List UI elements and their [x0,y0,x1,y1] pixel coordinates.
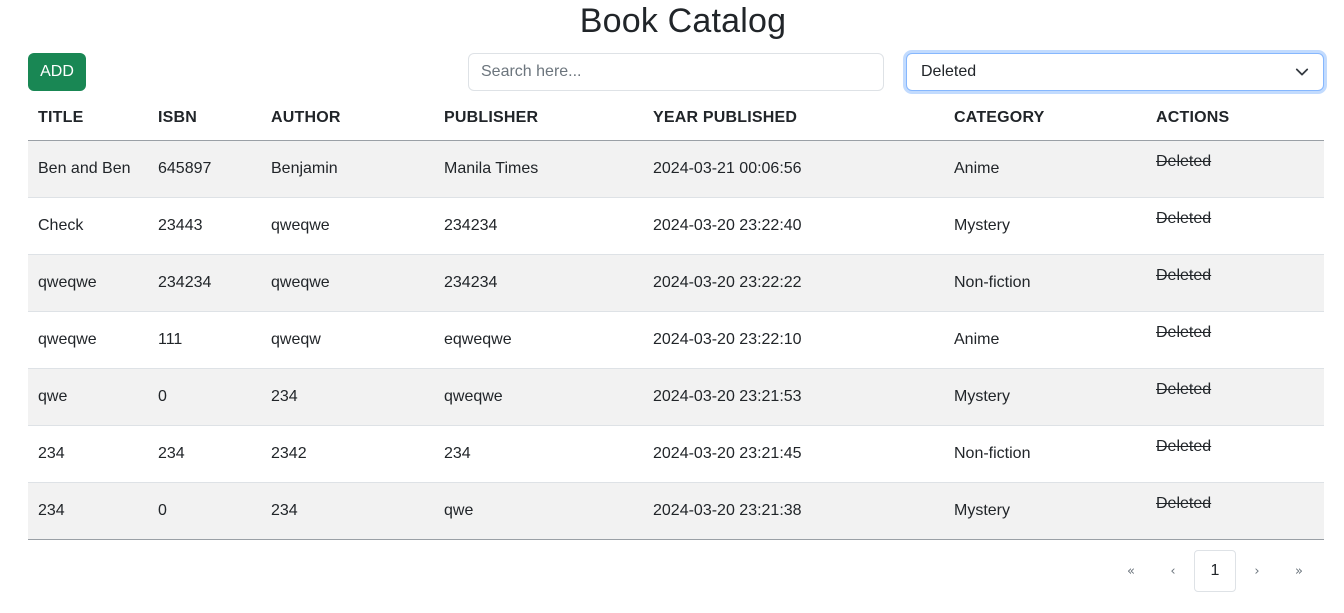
table-row: qweqwe 234234 qweqwe 234234 2024-03-20 2… [28,254,1324,312]
column-header-isbn: ISBN [148,97,261,141]
column-header-year-published: YEAR PUBLISHED [643,97,944,141]
cell-publisher: eqweqwe [434,311,643,369]
column-header-actions: ACTIONS [1146,97,1324,141]
cell-author: 2342 [261,425,434,483]
status-filter-value: Deleted [921,63,977,80]
cell-title: qweqwe [28,311,148,369]
table-row: 234 0 234 qwe 2024-03-20 23:21:38 Myster… [28,482,1324,540]
add-button[interactable]: ADD [28,53,86,91]
cell-author: Benjamin [261,140,434,198]
cell-author: 234 [261,368,434,426]
cell-category: Non-fiction [944,425,1146,483]
cell-title: 234 [28,482,148,540]
cell-isbn: 23443 [148,197,261,255]
table-row: qwe 0 234 qweqwe 2024-03-20 23:21:53 Mys… [28,368,1324,426]
cell-actions: Deleted [1146,140,1324,198]
cell-isbn: 111 [148,311,261,369]
last-page-button[interactable]: » [1278,550,1320,592]
cell-publisher: Manila Times [434,140,643,198]
cell-actions: Deleted [1146,482,1324,540]
cell-year-published: 2024-03-20 23:21:38 [643,482,944,540]
table-row: Ben and Ben 645897 Benjamin Manila Times… [28,140,1324,198]
cell-publisher: qwe [434,482,643,540]
chevron-down-icon [1295,68,1309,76]
column-header-author: AUTHOR [261,97,434,141]
cell-publisher: 234234 [434,254,643,312]
cell-title: qweqwe [28,254,148,312]
deleted-status-label: Deleted [1156,266,1212,284]
cell-actions: Deleted [1146,311,1324,369]
cell-isbn: 234234 [148,254,261,312]
cell-year-published: 2024-03-20 23:22:10 [643,311,944,369]
cell-actions: Deleted [1146,425,1324,483]
previous-page-button[interactable]: ‹ [1152,550,1194,592]
cell-year-published: 2024-03-20 23:21:53 [643,368,944,426]
cell-publisher: 234 [434,425,643,483]
cell-title: Ben and Ben [28,140,148,198]
column-header-title: TITLE [28,97,148,141]
book-table: TITLE ISBN AUTHOR PUBLISHER YEAR PUBLISH… [28,97,1324,540]
cell-actions: Deleted [1146,197,1324,255]
cell-author: qweqwe [261,254,434,312]
cell-title: qwe [28,368,148,426]
cell-author: qweqwe [261,197,434,255]
cell-year-published: 2024-03-20 23:22:22 [643,254,944,312]
cell-author: qweqw [261,311,434,369]
cell-year-published: 2024-03-20 23:22:40 [643,197,944,255]
column-header-category: CATEGORY [944,97,1146,141]
cell-isbn: 234 [148,425,261,483]
column-header-publisher: PUBLISHER [434,97,643,141]
cell-year-published: 2024-03-20 23:21:45 [643,425,944,483]
current-page-button[interactable]: 1 [1194,550,1236,592]
cell-isbn: 0 [148,482,261,540]
cell-category: Anime [944,311,1146,369]
cell-category: Mystery [944,197,1146,255]
cell-category: Mystery [944,482,1146,540]
cell-author: 234 [261,482,434,540]
table-row: 234 234 2342 234 2024-03-20 23:21:45 Non… [28,425,1324,483]
page-title: Book Catalog [579,2,787,40]
status-filter-select[interactable]: Deleted [906,53,1324,91]
cell-publisher: qweqwe [434,368,643,426]
deleted-status-label: Deleted [1156,494,1212,512]
table-row: Check 23443 qweqwe 234234 2024-03-20 23:… [28,197,1324,255]
deleted-status-label: Deleted [1156,380,1212,398]
table-header-row: TITLE ISBN AUTHOR PUBLISHER YEAR PUBLISH… [28,97,1324,141]
first-page-button[interactable]: « [1110,550,1152,592]
cell-year-published: 2024-03-21 00:06:56 [643,140,944,198]
table-row: qweqwe 111 qweqw eqweqwe 2024-03-20 23:2… [28,311,1324,369]
deleted-status-label: Deleted [1156,323,1212,341]
cell-publisher: 234234 [434,197,643,255]
deleted-status-label: Deleted [1156,152,1212,170]
cell-category: Mystery [944,368,1146,426]
cell-actions: Deleted [1146,368,1324,426]
cell-category: Anime [944,140,1146,198]
next-page-button[interactable]: › [1236,550,1278,592]
cell-isbn: 0 [148,368,261,426]
deleted-status-label: Deleted [1156,437,1212,455]
cell-isbn: 645897 [148,140,261,198]
cell-actions: Deleted [1146,254,1324,312]
cell-title: Check [28,197,148,255]
deleted-status-label: Deleted [1156,209,1212,227]
cell-title: 234 [28,425,148,483]
cell-category: Non-fiction [944,254,1146,312]
pagination: « ‹ 1 › » [1110,550,1320,592]
search-input[interactable] [468,53,884,91]
